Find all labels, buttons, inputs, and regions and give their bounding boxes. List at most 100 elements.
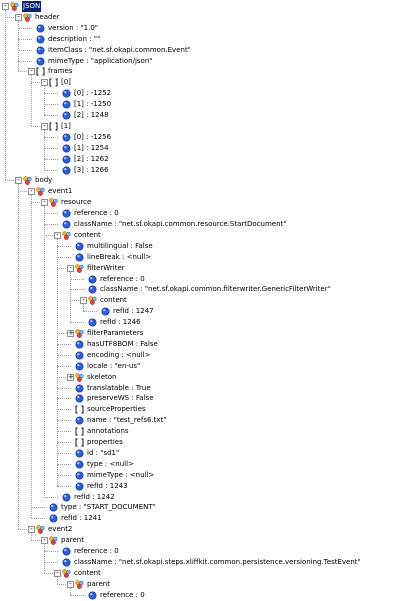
tree-node-label: mimeType : "application/json" xyxy=(48,56,153,65)
tree-node[interactable]: className : "net.sf.okapi.common.filterw… xyxy=(0,284,416,295)
value-sphere-icon xyxy=(101,307,110,316)
tree-node-label: translatable : True xyxy=(87,383,151,392)
collapse-toggle[interactable]: - xyxy=(41,537,48,545)
tree-node[interactable]: - event1 xyxy=(0,186,416,197)
value-sphere-icon xyxy=(75,394,84,403)
tree-node[interactable]: reference : 0 xyxy=(0,546,416,557)
tree-node[interactable]: refId : 1241 xyxy=(0,513,416,524)
tree-node[interactable]: encoding : <null> xyxy=(0,350,416,361)
tree-guide-line xyxy=(70,271,71,323)
collapse-toggle[interactable]: - xyxy=(67,264,74,272)
tree-node[interactable]: itemClass : "net.sf.okapi.common.Event" xyxy=(0,45,416,56)
tree-connector xyxy=(57,376,66,378)
tree-node[interactable]: - JSON xyxy=(0,1,416,12)
collapse-toggle[interactable]: - xyxy=(80,297,87,305)
tree-node[interactable]: - content xyxy=(0,295,416,306)
value-sphere-icon xyxy=(62,220,71,229)
tree-node[interactable]: reference : 0 xyxy=(0,274,416,285)
tree-node[interactable]: [2] : 1262 xyxy=(0,154,416,165)
tree-node[interactable]: [1] : -1250 xyxy=(0,99,416,110)
tree-node[interactable]: type : "START_DOCUMENT" xyxy=(0,502,416,513)
tree-connector xyxy=(44,136,58,138)
array-brackets-icon xyxy=(49,122,58,131)
tree-node[interactable]: - [0] xyxy=(0,77,416,88)
tree-node[interactable]: - event2 xyxy=(0,524,416,535)
expand-toggle[interactable]: + xyxy=(67,373,74,381)
tree-node[interactable]: annotations xyxy=(0,426,416,437)
tree-node[interactable]: [1] : 1254 xyxy=(0,143,416,154)
value-sphere-icon xyxy=(62,89,71,98)
tree-node[interactable]: - filterWriter xyxy=(0,263,416,274)
tree-node[interactable]: refId : 1247 xyxy=(0,306,416,317)
tree-node-label: reference : 0 xyxy=(74,209,119,218)
tree-node[interactable]: - content xyxy=(0,230,416,241)
tree-node[interactable]: [0] : -1252 xyxy=(0,88,416,99)
tree-node-label: className : "net.sf.okapi.common.filterw… xyxy=(100,285,331,294)
object-node-icon xyxy=(23,13,32,22)
object-node-icon xyxy=(62,569,71,578)
tree-node[interactable]: refId : 1246 xyxy=(0,317,416,328)
tree-node-label: mimeType : <null> xyxy=(87,470,155,479)
collapse-toggle[interactable]: - xyxy=(41,122,48,130)
value-sphere-icon xyxy=(36,46,45,55)
tree-node[interactable]: preserveWS : False xyxy=(0,393,416,404)
tree-node[interactable]: lineBreak : <null> xyxy=(0,252,416,263)
expand-toggle[interactable]: + xyxy=(67,330,74,337)
tree-node-label: header xyxy=(35,12,60,21)
collapse-toggle[interactable]: - xyxy=(54,231,61,239)
tree-node[interactable]: refId : 1243 xyxy=(0,481,416,492)
tree-node[interactable]: version : "1.0" xyxy=(0,23,416,34)
tree-node[interactable]: - frames xyxy=(0,66,416,77)
collapse-toggle[interactable]: - xyxy=(41,79,48,87)
tree-node[interactable]: properties xyxy=(0,437,416,448)
tree-node[interactable]: + skeleton xyxy=(0,372,416,383)
tree-node[interactable]: hasUTF8BOM : False xyxy=(0,339,416,350)
tree-node[interactable]: reference : 0 xyxy=(0,208,416,219)
tree-connector xyxy=(57,463,71,465)
tree-node[interactable]: + filterParameters xyxy=(0,328,416,339)
value-sphere-icon xyxy=(75,242,84,251)
collapse-toggle[interactable]: - xyxy=(15,177,22,185)
collapse-toggle[interactable]: - xyxy=(2,3,9,10)
tree-node[interactable]: translatable : True xyxy=(0,383,416,394)
collapse-toggle[interactable]: - xyxy=(41,199,48,207)
tree-node[interactable]: - resource xyxy=(0,197,416,208)
tree-node[interactable]: [2] : 1248 xyxy=(0,110,416,121)
collapse-toggle[interactable]: - xyxy=(54,569,61,577)
tree-node-label: [1] : 1254 xyxy=(74,143,109,152)
value-sphere-icon xyxy=(88,285,97,294)
collapse-toggle[interactable]: - xyxy=(28,68,35,76)
tree-node[interactable]: className : "net.sf.okapi.common.resourc… xyxy=(0,219,416,230)
tree-node[interactable]: - content xyxy=(0,568,416,579)
json-tree-view[interactable]: - JSON - header version : "1.0" description :… xyxy=(0,0,416,600)
tree-node[interactable]: - header xyxy=(0,12,416,23)
tree-node[interactable]: [0] : -1256 xyxy=(0,132,416,143)
collapse-toggle[interactable]: - xyxy=(15,13,22,21)
tree-node[interactable]: refId : 1242 xyxy=(0,492,416,503)
tree-node[interactable]: mimeType : <null> xyxy=(0,470,416,481)
tree-node[interactable]: [3] : 1266 xyxy=(0,165,416,176)
value-sphere-icon xyxy=(62,209,71,218)
tree-node[interactable]: sourceProperties xyxy=(0,404,416,415)
tree-node-label: type : "START_DOCUMENT" xyxy=(61,503,156,512)
collapse-toggle[interactable]: - xyxy=(28,526,35,534)
tree-node[interactable]: - body xyxy=(0,175,416,186)
tree-node-label: refId : 1246 xyxy=(100,318,141,327)
object-node-icon xyxy=(36,525,45,535)
tree-node[interactable]: id : "sd1" xyxy=(0,448,416,459)
tree-node[interactable]: className : "net.sf.okapi.steps.xliffkit… xyxy=(0,557,416,568)
tree-node[interactable]: - parent xyxy=(0,579,416,590)
tree-node[interactable]: description : "" xyxy=(0,34,416,45)
array-brackets-icon xyxy=(75,405,84,414)
tree-node[interactable]: mimeType : "application/json" xyxy=(0,56,416,67)
collapse-toggle[interactable]: - xyxy=(67,580,74,588)
tree-node[interactable]: type : <null> xyxy=(0,459,416,470)
tree-node[interactable]: name : "test_refs6.txt" xyxy=(0,415,416,426)
tree-node-label: reference : 0 xyxy=(74,547,119,555)
collapse-toggle[interactable]: - xyxy=(28,188,35,196)
tree-node[interactable]: - [1] xyxy=(0,121,416,132)
tree-node[interactable]: locale : "en-us" xyxy=(0,361,416,372)
tree-node[interactable]: multilingual : False xyxy=(0,241,416,252)
tree-connector xyxy=(57,583,66,585)
tree-node[interactable]: - parent xyxy=(0,535,416,546)
